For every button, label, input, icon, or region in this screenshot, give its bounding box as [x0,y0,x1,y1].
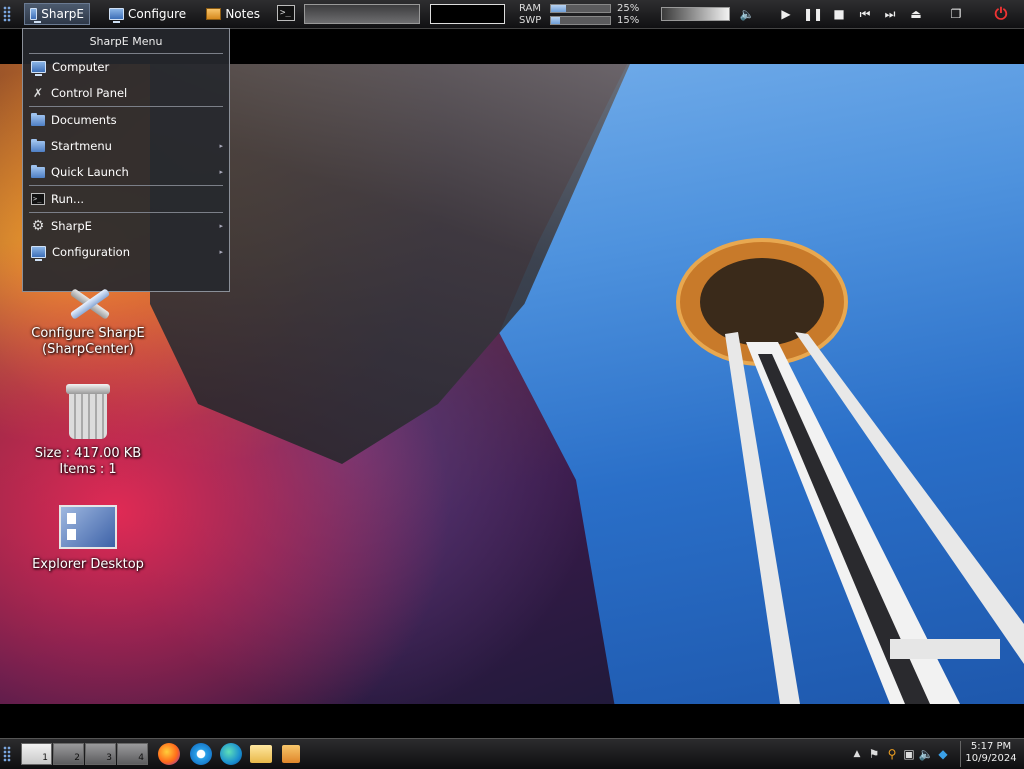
swp-meter [550,16,611,25]
notes-button[interactable]: Notes [201,3,265,25]
firefox-icon[interactable] [158,743,180,765]
workspace-3[interactable]: 3 [85,743,116,765]
network-icon[interactable]: ▣ [901,746,917,762]
next-icon[interactable]: ⏭ [880,5,900,23]
terminal-icon[interactable]: >_ [277,5,295,21]
trash-size-label: Size : 417.00 KB [34,446,142,461]
previous-icon[interactable]: ⏮ [855,5,875,23]
clock-time: 5:17 PM [970,741,1012,752]
media-player-icon[interactable] [282,745,300,763]
configure-button-label: Configure [128,7,187,21]
submenu-arrow-icon: ▸ [219,248,223,256]
menu-item-documents[interactable]: Documents [23,107,229,133]
desktop-icon-label: Configure SharpE [31,326,145,341]
menu-item-control-panel[interactable]: ✗ Control Panel [23,80,229,106]
clock-date: 10/9/2024 [965,753,1017,764]
folder-icon [31,138,45,152]
menu-item-label: Documents [51,113,117,127]
volume-icon[interactable]: 🔈 [918,746,934,762]
desktop-icon-configure-sharpe[interactable]: Configure SharpE (SharpCenter) [18,286,158,358]
menu-item-computer[interactable]: Computer [23,54,229,80]
sharpe-button-label: SharpE [41,7,84,21]
sharpe-menu: SharpE Menu Computer ✗ Control Panel Doc… [22,28,230,292]
folder-icon [31,164,45,178]
volume-slider[interactable] [661,7,730,21]
swp-label: SWP [519,15,542,26]
desktop-icon-explorer-desktop[interactable]: Explorer Desktop [18,505,158,573]
notes-button-label: Notes [225,7,260,21]
search-input[interactable] [430,4,505,24]
eject-icon[interactable]: ⏏ [906,5,926,23]
power-icon[interactable]: ⏻ [991,4,1011,24]
menu-item-run[interactable]: >_ Run... [23,186,229,212]
menu-item-startmenu[interactable]: Startmenu ▸ [23,133,229,159]
internet-explorer-icon[interactable] [190,743,212,765]
menu-item-label: SharpE [51,219,92,233]
configure-button[interactable]: Configure [104,3,192,25]
menu-item-configuration[interactable]: Configuration ▸ [23,239,229,265]
trash-items-label: Items : 1 [59,462,117,477]
menu-item-quick-launch[interactable]: Quick Launch ▸ [23,159,229,185]
flag-icon[interactable]: ⚑ [866,746,882,762]
swp-value: 15% [617,15,640,26]
menu-item-label: Run... [51,192,85,206]
menu-item-sharpe[interactable]: ⚙ SharpE ▸ [23,213,229,239]
tools-icon [62,286,114,322]
ram-value: 25% [617,3,640,14]
taskbar-grip-icon[interactable] [3,746,11,762]
tray-expand-icon[interactable]: ▲ [851,746,863,762]
menu-title: SharpE Menu [89,35,163,48]
pause-icon[interactable]: ❚❚ [803,5,823,23]
ram-meter [550,4,611,13]
desktop-icon-label: (SharpCenter) [42,342,134,357]
menu-item-label: Quick Launch [51,165,129,179]
top-bar-grip-icon[interactable] [3,6,11,22]
speaker-muted-icon[interactable]: 🔈 [737,5,757,23]
explorer-desktop-icon [59,505,117,549]
stop-icon[interactable]: ■ [829,5,849,23]
gear-icon: ⚙ [31,218,45,234]
menu-item-label: Configuration [52,245,130,259]
clock[interactable]: 5:17 PM 10/9/2024 [960,741,1021,767]
workspace-4[interactable]: 4 [117,743,148,765]
bottom-taskbar: 1 2 3 4 ▲ ⚑ ⚲ ▣ 🔈 ◆ 5:17 PM 10/9/2024 [0,738,1024,769]
edge-icon[interactable] [220,743,242,765]
desktop-icon-recycle-bin[interactable]: Size : 417.00 KB Items : 1 [18,384,158,478]
computer-icon [31,246,46,261]
desktop-icon-label: Explorer Desktop [32,557,144,572]
play-icon[interactable]: ▶ [776,5,796,23]
top-bar: SharpE Configure Notes >_ RAM 25% SWP 15… [0,0,1024,29]
file-explorer-icon[interactable] [250,745,272,763]
workspace-2[interactable]: 2 [53,743,84,765]
trash-icon [64,384,112,440]
windows-icon[interactable]: ❐ [946,5,966,23]
notes-icon [206,8,222,20]
sharpe-button[interactable]: SharpE [24,3,90,25]
command-input[interactable] [304,4,420,24]
submenu-arrow-icon: ▸ [219,142,223,150]
terminal-icon: >_ [31,193,45,205]
menu-item-label: Startmenu [51,139,112,153]
submenu-arrow-icon: ▸ [219,168,223,176]
workspace-1[interactable]: 1 [21,743,52,765]
menu-item-label: Computer [52,60,110,74]
tools-icon: ✗ [32,86,44,100]
search-icon[interactable]: ⚲ [884,746,900,762]
computer-icon [109,8,124,23]
folder-icon [31,112,45,126]
submenu-arrow-icon: ▸ [219,222,223,230]
bluetooth-icon[interactable]: ◆ [935,746,951,762]
menu-item-label: Control Panel [51,86,128,100]
computer-icon [30,8,42,23]
ram-label: RAM [519,3,542,14]
computer-icon [31,61,46,76]
